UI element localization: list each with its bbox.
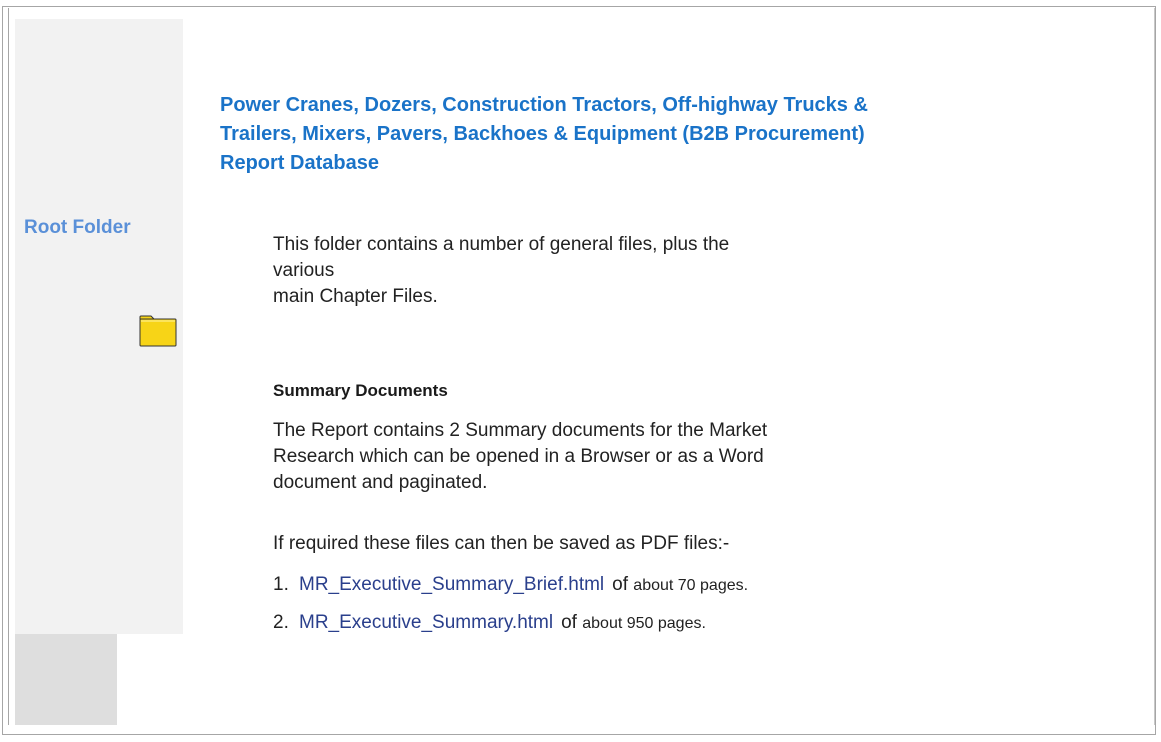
page-title: Power Cranes, Dozers, Construction Tract… bbox=[220, 91, 1100, 178]
list-number: 2. bbox=[273, 612, 289, 633]
list-number: 1. bbox=[273, 574, 289, 595]
intro-paragraph: This folder contains a number of general… bbox=[273, 232, 773, 310]
page-count: about 950 pages. bbox=[582, 615, 706, 632]
list-item: 2. MR_Executive_Summary.html of about 950 … bbox=[273, 612, 706, 634]
summary-heading: Summary Documents bbox=[273, 381, 448, 400]
summary-line: Research which can be opened in a Browse… bbox=[273, 446, 764, 467]
executive-summary-brief-link[interactable]: MR_Executive_Summary_Brief.html bbox=[299, 574, 604, 595]
page-count: about 70 pages. bbox=[633, 577, 749, 594]
title-line: Power Cranes, Dozers, Construction Tract… bbox=[220, 94, 868, 116]
summary-line: The Report contains 2 Summary documents … bbox=[273, 420, 768, 441]
folder-icon bbox=[139, 315, 177, 347]
root-folder-label: Root Folder bbox=[24, 217, 131, 238]
title-line: Trailers, Mixers, Pavers, Backhoes & Equ… bbox=[220, 123, 865, 145]
summary-paragraph: The Report contains 2 Summary documents … bbox=[273, 418, 793, 496]
intro-line: This folder contains a number of general… bbox=[273, 234, 730, 281]
pdf-note: If required these files can then be save… bbox=[273, 533, 730, 554]
intro-line: main Chapter Files. bbox=[273, 286, 438, 307]
left-divider bbox=[8, 8, 9, 725]
title-line: Report Database bbox=[220, 152, 379, 174]
of-text: of bbox=[561, 612, 577, 633]
list-item: 1. MR_Executive_Summary_Brief.html of abou… bbox=[273, 574, 748, 596]
executive-summary-link[interactable]: MR_Executive_Summary.html bbox=[299, 612, 553, 633]
summary-line: document and paginated. bbox=[273, 472, 488, 493]
right-divider bbox=[1154, 8, 1155, 725]
of-text: of bbox=[612, 574, 629, 595]
sidebar-footer-panel bbox=[15, 634, 117, 725]
